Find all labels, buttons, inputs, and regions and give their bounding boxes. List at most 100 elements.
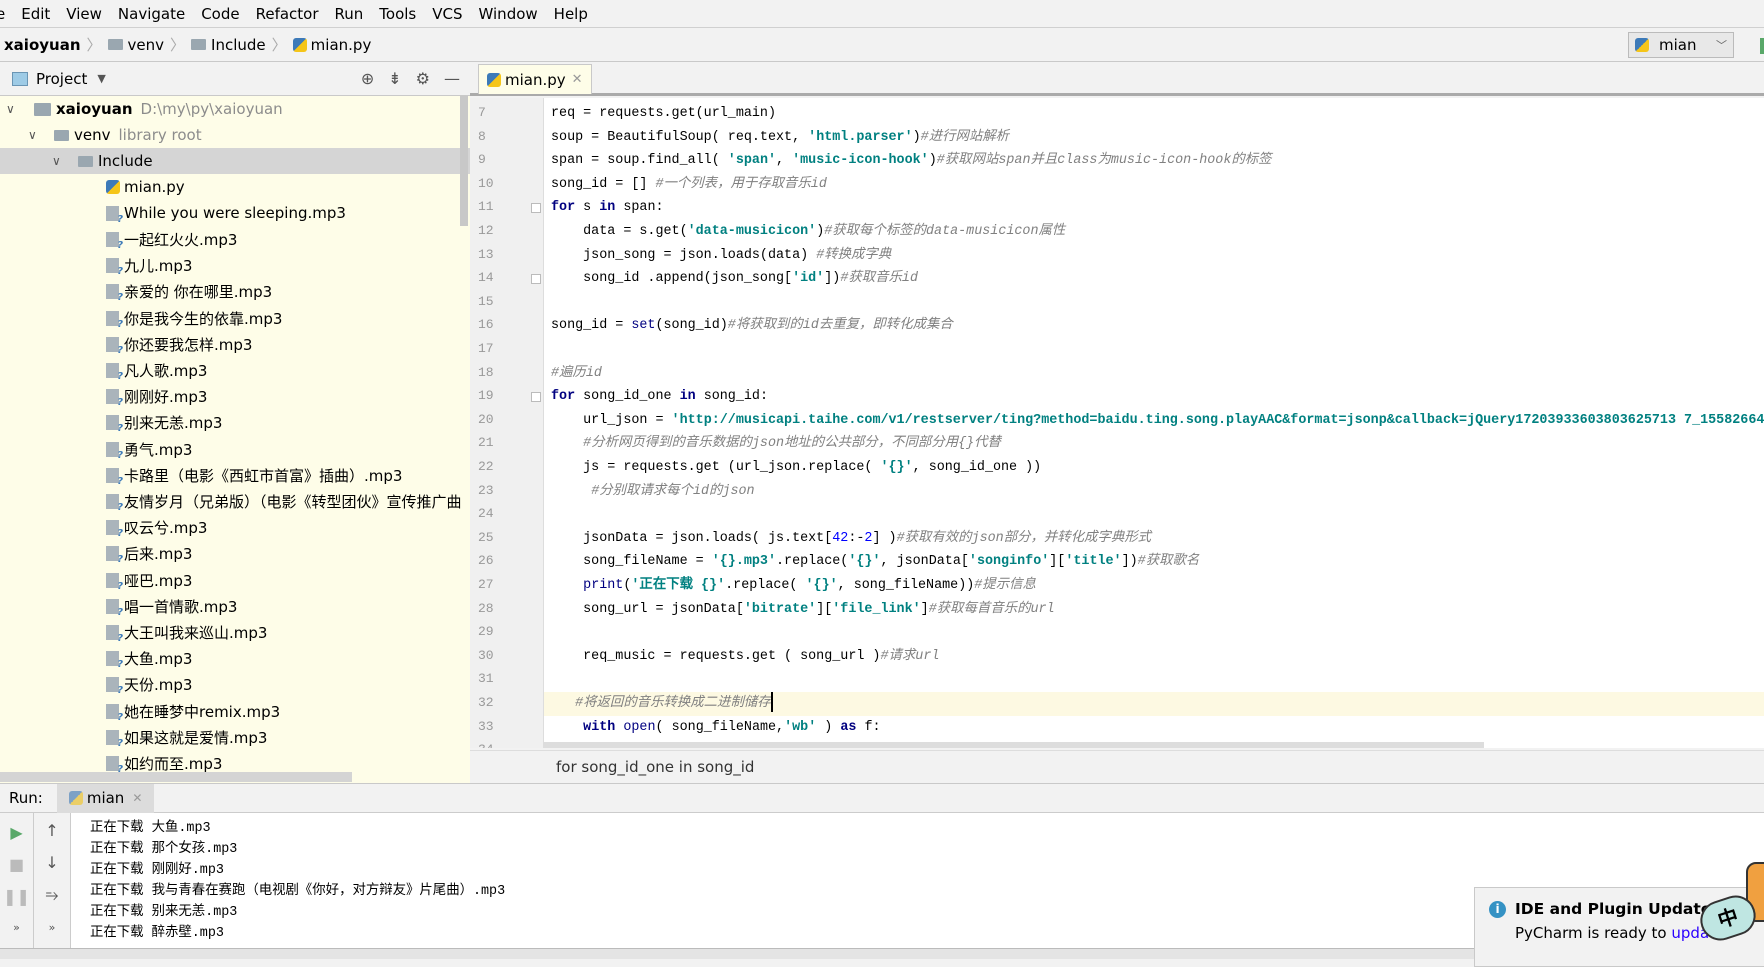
rerun-icon[interactable]: ▶ xyxy=(0,823,33,842)
code-line[interactable]: span = soup.find_all( 'span', 'music-ico… xyxy=(551,149,1764,173)
tree-file[interactable]: While you were sleeping.mp3 xyxy=(0,200,470,226)
code-editor[interactable]: 7 8 9 10 11 12 13 14 15 16 17 18 19 20 21 22 23 24 25 26 27 2… xyxy=(470,98,1764,748)
menu-view[interactable]: View xyxy=(66,5,102,23)
code-line[interactable]: req = requests.get(url_main) xyxy=(551,102,1764,126)
minimize-icon[interactable]: — xyxy=(444,69,460,88)
fold-marker-icon[interactable] xyxy=(531,274,541,285)
tree-file[interactable]: 哑巴.mp3 xyxy=(0,567,470,593)
tree-file[interactable]: 叹云兮.mp3 xyxy=(0,515,470,541)
run-configuration-dropdown[interactable]: mian ﹀ xyxy=(1628,32,1734,58)
tab-mian-py[interactable]: mian.py ✕ xyxy=(478,64,592,94)
tree-file[interactable]: 别来无恙.mp3 xyxy=(0,410,470,436)
expand-arrow-icon[interactable]: ∨ xyxy=(28,128,42,142)
code-line[interactable]: json_song = json.loads(data) #转换成字典 xyxy=(551,244,1764,268)
tree-scrollbar[interactable] xyxy=(460,96,468,226)
collapse-all-icon[interactable]: ⇟ xyxy=(388,69,401,88)
menu-run[interactable]: Run xyxy=(335,5,364,23)
code-line[interactable]: song_fileName = '{}.mp3'.replace('{}', j… xyxy=(551,550,1764,574)
locate-file-icon[interactable]: ⊕ xyxy=(361,69,374,88)
tree-venv[interactable]: ∨ venv library root xyxy=(0,122,470,148)
code-line[interactable]: song_id = [] #一个列表，用于存取音乐id xyxy=(551,173,1764,197)
tree-file[interactable]: 天份.mp3 xyxy=(0,672,470,698)
tree-root[interactable]: ∨ xaioyuan D:\my\py\xaioyuan xyxy=(0,96,470,122)
code-line[interactable]: song_id = set(song_id)#将获取到的id去重复，即转化成集合 xyxy=(551,314,1764,338)
breadcrumb-file[interactable]: mian.py xyxy=(292,36,371,54)
project-panel-title[interactable]: Project xyxy=(36,70,87,88)
gear-icon[interactable]: ⚙ xyxy=(416,69,430,88)
menu-vcs[interactable]: VCS xyxy=(432,5,462,23)
code-line[interactable]: url_json = 'http://musicapi.taihe.com/v1… xyxy=(551,409,1764,433)
expand-arrow-icon[interactable]: ∨ xyxy=(6,102,20,116)
arrow-up-icon[interactable]: ↑ xyxy=(34,821,70,840)
code-line[interactable]: #将返回的音乐转换成二进制储存 xyxy=(544,692,1764,716)
tree-file[interactable]: 她在睡梦中remix.mp3 xyxy=(0,698,470,724)
tree-file[interactable]: 友情岁月（兄弟版）（电影《转型团伙》宣传推广曲 xyxy=(0,488,470,514)
tree-file[interactable]: 后来.mp3 xyxy=(0,541,470,567)
tree-horizontal-scrollbar[interactable] xyxy=(0,772,352,782)
arrow-down-icon[interactable]: ↓ xyxy=(34,853,70,872)
tree-file[interactable]: 如果这就是爱情.mp3 xyxy=(0,724,470,750)
dropdown-arrow-icon[interactable]: ▼ xyxy=(97,72,105,85)
tree-file[interactable]: 你是我今生的依靠.mp3 xyxy=(0,305,470,331)
close-icon[interactable]: ✕ xyxy=(132,791,142,805)
code-line[interactable]: for song_id_one in song_id: xyxy=(551,385,1764,409)
code-line[interactable]: data = s.get('data-musicicon')#获取每个标签的da… xyxy=(551,220,1764,244)
tree-file[interactable]: mian.py xyxy=(0,174,470,200)
more-icon[interactable]: » xyxy=(34,921,70,934)
pause-icon[interactable]: ❚❚ xyxy=(0,887,33,906)
code-line[interactable]: jsonData = json.loads( js.text[42:-2] )#… xyxy=(551,527,1764,551)
tree-file[interactable]: 一起红火火.mp3 xyxy=(0,226,470,252)
fold-marker-icon[interactable] xyxy=(531,392,541,403)
menu-help[interactable]: Help xyxy=(554,5,588,23)
tree-include[interactable]: ∨ Include xyxy=(0,148,470,174)
code-line[interactable]: #遍历id xyxy=(551,362,1764,386)
editor-breadcrumb[interactable]: for song_id_one in song_id xyxy=(470,750,1764,783)
code-line[interactable]: song_id .append(json_song['id'])#获取音乐id xyxy=(551,267,1764,291)
editor-horizontal-scrollbar[interactable] xyxy=(544,742,1484,748)
code-line[interactable]: print('正在下载 {}'.replace( '{}', song_file… xyxy=(551,574,1764,598)
tree-file[interactable]: 大王叫我来巡山.mp3 xyxy=(0,619,470,645)
run-tab-mian[interactable]: mian ✕ xyxy=(56,783,155,813)
run-button-edge[interactable] xyxy=(1760,38,1764,54)
breadcrumb-project[interactable]: xaioyuan xyxy=(4,36,81,54)
code-line[interactable]: with open( song_fileName,'wb' ) as f: xyxy=(551,716,1764,740)
editor-breadcrumb-label[interactable]: for song_id_one in song_id xyxy=(556,758,754,776)
breadcrumb-venv[interactable]: venv xyxy=(107,36,164,54)
breadcrumb-include[interactable]: Include xyxy=(191,36,266,54)
soft-wrap-icon[interactable]: ⥱ xyxy=(34,885,70,905)
code-line[interactable]: soup = BeautifulSoup( req.text, 'html.pa… xyxy=(551,126,1764,150)
menu-edit[interactable]: Edit xyxy=(21,5,50,23)
menu-tools[interactable]: Tools xyxy=(379,5,416,23)
code-line[interactable] xyxy=(551,338,1764,362)
tree-file[interactable]: 勇气.mp3 xyxy=(0,436,470,462)
menu-window[interactable]: Window xyxy=(479,5,538,23)
code-line[interactable]: js = requests.get (url_json.replace( '{}… xyxy=(551,456,1764,480)
code-line[interactable]: #分别取请求每个id的json xyxy=(551,480,1764,504)
code-token-str: 'bitrate' xyxy=(743,601,817,617)
expand-arrow-icon[interactable]: ∨ xyxy=(52,154,66,168)
code-line[interactable] xyxy=(551,291,1764,315)
code-line[interactable]: req_music = requests.get ( song_url )#请求… xyxy=(551,645,1764,669)
code-line[interactable]: #分析网页得到的音乐数据的json地址的公共部分，不同部分用{}代替 xyxy=(551,432,1764,456)
more-icon[interactable]: » xyxy=(0,921,33,934)
code-line[interactable] xyxy=(551,668,1764,692)
code-line[interactable]: for s in span: xyxy=(551,196,1764,220)
tree-file[interactable]: 卡路里（电影《西虹市首富》插曲）.mp3 xyxy=(0,462,470,488)
tree-file[interactable]: 你还要我怎样.mp3 xyxy=(0,331,470,357)
menu-refactor[interactable]: Refactor xyxy=(256,5,319,23)
stop-icon[interactable]: ■ xyxy=(0,855,33,874)
tree-file[interactable]: 亲爱的 你在哪里.mp3 xyxy=(0,279,470,305)
menu-navigate[interactable]: Navigate xyxy=(118,5,185,23)
code-line[interactable] xyxy=(551,503,1764,527)
tree-file[interactable]: 唱一首情歌.mp3 xyxy=(0,593,470,619)
menu-e[interactable]: e xyxy=(0,5,5,23)
code-line[interactable] xyxy=(551,621,1764,645)
close-icon[interactable]: ✕ xyxy=(572,72,583,87)
menu-code[interactable]: Code xyxy=(201,5,239,23)
code-line[interactable]: song_url = jsonData['bitrate']['file_lin… xyxy=(551,598,1764,622)
fold-marker-icon[interactable] xyxy=(531,203,541,214)
tree-file[interactable]: 九儿.mp3 xyxy=(0,253,470,279)
tree-file[interactable]: 凡人歌.mp3 xyxy=(0,357,470,383)
tree-file[interactable]: 刚刚好.mp3 xyxy=(0,384,470,410)
tree-file[interactable]: 大鱼.mp3 xyxy=(0,646,470,672)
